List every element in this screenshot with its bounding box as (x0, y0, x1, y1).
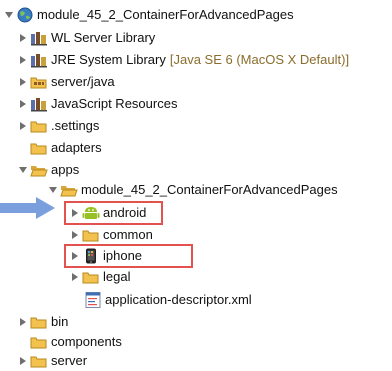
tree-item-server[interactable]: server (18, 350, 87, 371)
tree-item-project[interactable]: module_45_2_ContainerForAdvancedPages (4, 4, 294, 25)
folder-icon (30, 334, 48, 350)
folder-open-icon (60, 182, 78, 198)
tree-item-label: module_45_2_ContainerForAdvancedPages (81, 182, 338, 197)
package-folder-icon (30, 74, 48, 90)
tree-item-label: components (51, 334, 122, 349)
iphone-icon (82, 248, 100, 264)
folder-icon (30, 353, 48, 369)
collapsed-triangle-icon[interactable] (18, 99, 28, 109)
collapsed-triangle-icon[interactable] (18, 356, 28, 366)
collapsed-triangle-icon[interactable] (18, 317, 28, 327)
tree-item-label: JavaScript Resources (51, 96, 178, 111)
tree-item-adapters[interactable]: adapters (30, 137, 102, 158)
collapsed-triangle-icon[interactable] (18, 77, 28, 87)
tree-item-decoration: [Java SE 6 (MacOS X Default)] (169, 52, 350, 67)
tree-item-label: adapters (51, 140, 102, 155)
tree-item-javascript-resources[interactable]: JavaScript Resources (18, 93, 177, 114)
collapsed-triangle-icon[interactable] (18, 121, 28, 131)
tree-item-label: server/java (51, 74, 115, 89)
expanded-triangle-icon[interactable] (18, 165, 28, 175)
tree-item-legal[interactable]: legal (70, 266, 130, 287)
tree-item-label: legal (103, 269, 131, 284)
collapsed-triangle-icon[interactable] (18, 55, 28, 65)
tree-item-components[interactable]: components (30, 331, 122, 352)
android-icon (82, 205, 100, 221)
folder-icon (30, 314, 48, 330)
tree-item-label: common (103, 227, 153, 242)
tree-item-label: android (103, 205, 147, 220)
expanded-triangle-icon[interactable] (4, 10, 14, 20)
library-books-icon (30, 96, 48, 112)
collapsed-triangle-icon[interactable] (70, 208, 80, 218)
tree-item-label: bin (51, 314, 69, 329)
tree-item-label: WL Server Library (51, 30, 156, 45)
tree-item-label: .settings (51, 118, 100, 133)
xml-file-icon (84, 291, 102, 308)
library-books-icon (30, 30, 48, 46)
tree-item-android[interactable]: android (70, 202, 146, 223)
folder-icon (82, 227, 100, 243)
tree-item-wl-server-library[interactable]: WL Server Library (18, 27, 155, 48)
tree-item-label: server (51, 353, 88, 368)
collapsed-triangle-icon[interactable] (70, 272, 80, 282)
tree-item-settings[interactable]: .settings (18, 115, 99, 136)
collapsed-triangle-icon[interactable] (18, 33, 28, 43)
tree-item-bin[interactable]: bin (18, 311, 68, 332)
tree-item-label: module_45_2_ContainerForAdvancedPages (37, 7, 294, 22)
folder-open-icon (30, 162, 48, 178)
project-explorer-tree: module_45_2_ContainerForAdvancedPages WL… (0, 0, 392, 369)
project-globe-icon (16, 7, 34, 23)
tree-item-server-java[interactable]: server/java (18, 71, 115, 92)
tree-item-common[interactable]: common (70, 224, 153, 245)
tree-item-application-descriptor[interactable]: application-descriptor.xml (84, 289, 252, 310)
folder-icon (30, 140, 48, 156)
library-books-icon (30, 52, 48, 68)
tree-item-app-folder[interactable]: module_45_2_ContainerForAdvancedPages (48, 179, 338, 200)
folder-icon (82, 269, 100, 285)
tree-item-label: iphone (103, 248, 143, 263)
collapsed-triangle-icon[interactable] (70, 230, 80, 240)
tree-item-iphone[interactable]: iphone (70, 245, 142, 266)
tree-item-label: apps (51, 162, 80, 177)
tree-item-label: JRE System Library (51, 52, 166, 67)
tree-item-label: application-descriptor.xml (105, 292, 252, 307)
tree-item-jre-library[interactable]: JRE System Library [Java SE 6 (MacOS X D… (18, 49, 349, 70)
collapsed-triangle-icon[interactable] (70, 251, 80, 261)
tree-item-apps[interactable]: apps (18, 159, 79, 180)
folder-icon (30, 118, 48, 134)
expanded-triangle-icon[interactable] (48, 185, 58, 195)
pointer-arrow-icon (0, 197, 55, 219)
